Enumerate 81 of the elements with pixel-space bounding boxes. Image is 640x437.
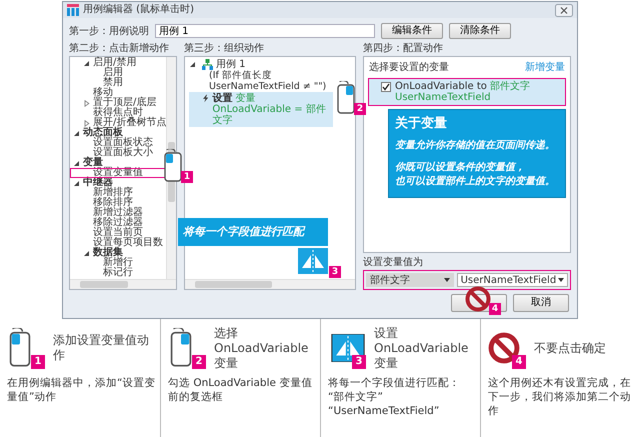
step-title: 不要点击确定	[534, 340, 607, 356]
number-badge: 4	[489, 303, 501, 315]
tree-item[interactable]: 设置每页项目数	[70, 238, 166, 248]
app-icon	[67, 4, 79, 16]
horizontal-scrollbar[interactable]	[185, 279, 355, 289]
expanded-arrow-icon[interactable]	[189, 61, 196, 68]
case-condition: (If 部件值长度 UserNameTextField ≠ "")	[208, 70, 328, 92]
number-badge: 2	[354, 103, 366, 115]
callout-text: 变量允许你存储的值在页面间传递。	[395, 139, 556, 153]
step-heading: 第二步：点击新增动作	[69, 43, 170, 55]
action-item[interactable]: 设置 变量 OnLoadVariable = 部件文字	[189, 92, 333, 127]
step-title: 设置 OnLoadVariable 变量	[374, 326, 470, 370]
prohibited-icon	[488, 332, 520, 364]
tree-item[interactable]: 设置当前页	[70, 228, 166, 238]
expanded-arrow-icon[interactable]	[83, 60, 90, 66]
number-badge: 1	[181, 171, 193, 183]
tree-item[interactable]: 置于顶层/底层	[70, 98, 166, 108]
lightning-icon	[203, 93, 208, 104]
tree-item[interactable]: 设置面板状态	[70, 138, 166, 148]
collapsed-arrow-icon[interactable]	[83, 120, 90, 126]
close-icon[interactable]	[555, 4, 573, 16]
case-item[interactable]: 用例 1	[189, 59, 333, 70]
step-description: 这个用例还木有设置完成，在下一步，我们将添加第二个动作	[488, 376, 632, 418]
tree-item[interactable]: 禁用	[70, 78, 166, 88]
step-heading: 第三步：组织动作	[184, 43, 265, 55]
tree-item[interactable]: 移除过滤器	[70, 218, 166, 228]
tree-item[interactable]: 启用/禁用	[70, 58, 166, 68]
tree-item[interactable]: 数据集	[70, 248, 166, 258]
expanded-arrow-icon[interactable]	[73, 160, 80, 166]
step-title: 添加设置变量值动作	[53, 333, 150, 363]
prohibited-icon	[465, 286, 491, 312]
checkbox[interactable]	[381, 82, 391, 92]
step-description: “部件文字”	[328, 390, 384, 404]
tree-item[interactable]: 新增行	[70, 258, 166, 268]
match-icon	[298, 248, 328, 274]
caret-icon	[558, 278, 564, 282]
number-badge: 2	[192, 355, 206, 369]
flowchart-icon	[202, 59, 213, 70]
condition-button[interactable]: 清除条件	[449, 23, 511, 39]
widget-dropdown[interactable]: UserNameTextField	[456, 273, 568, 287]
new-variable-link[interactable]: 新增变量	[525, 62, 565, 74]
cancel-button[interactable]: 取消	[513, 294, 569, 312]
value-type-dropdown[interactable]: 部件文字	[366, 273, 454, 287]
tree-item[interactable]: 变量	[70, 158, 166, 168]
mouse-icon	[7, 328, 33, 368]
tree-item[interactable]: 移动	[70, 88, 166, 98]
horizontal-scrollbar[interactable]	[70, 279, 176, 289]
callout-title: 关于变量	[395, 116, 448, 131]
tree-item[interactable]: 动态面板	[70, 128, 166, 138]
tree-item[interactable]: 获得焦点时	[70, 108, 166, 118]
step-title: 选择 OnLoadVariable 变量	[214, 326, 310, 370]
number-badge: 3	[352, 355, 366, 369]
value-label: 设置变量值为	[363, 257, 424, 269]
step-heading: 第四步：配置动作	[363, 43, 444, 55]
number-badge: 3	[329, 266, 341, 278]
tree-item[interactable]: 新增排序	[70, 188, 166, 198]
match-callout: 将每一个字段值进行匹配	[178, 218, 328, 246]
variable-item[interactable]: OnLoadVariable to 部件文字 UserNameTextField	[369, 79, 565, 105]
step-description: “UserNameTextField”	[328, 404, 440, 418]
tree-item[interactable]: 移除排序	[70, 198, 166, 208]
number-badge: 4	[512, 355, 526, 369]
tree-item[interactable]: 标记行	[70, 268, 166, 278]
condition-button[interactable]: 编辑条件	[381, 23, 443, 39]
step-label: 第一步：用例说明	[69, 24, 149, 38]
tree-item[interactable]: 启用	[70, 68, 166, 78]
tree-item[interactable]: 展开/折叠树节点	[70, 118, 166, 128]
mouse-icon	[168, 328, 194, 368]
step-description: 勾选 OnLoadVariable 变量值前的复选框	[168, 376, 314, 404]
caret-icon	[444, 278, 450, 282]
expanded-arrow-icon[interactable]	[73, 180, 80, 186]
window-title: 用例编辑器 (鼠标单击时)	[83, 4, 195, 16]
expanded-arrow-icon[interactable]	[83, 250, 90, 256]
variable-prompt: 选择要设置的变量	[369, 62, 449, 74]
callout-text: 你既可以设置条件的变量值， 也可以设置部件上的文字的变量值。	[395, 161, 556, 189]
case-name-field[interactable]: 用例 1	[155, 24, 375, 38]
collapsed-arrow-icon[interactable]	[83, 100, 90, 106]
step-description: 在用例编辑器中，添加“设置变量值”动作	[7, 376, 156, 404]
step-description: 将每一个字段值进行匹配：	[328, 376, 461, 390]
tree-item[interactable]: 新增过滤器	[70, 208, 166, 218]
expanded-arrow-icon[interactable]	[73, 130, 80, 136]
number-badge: 1	[31, 355, 45, 369]
